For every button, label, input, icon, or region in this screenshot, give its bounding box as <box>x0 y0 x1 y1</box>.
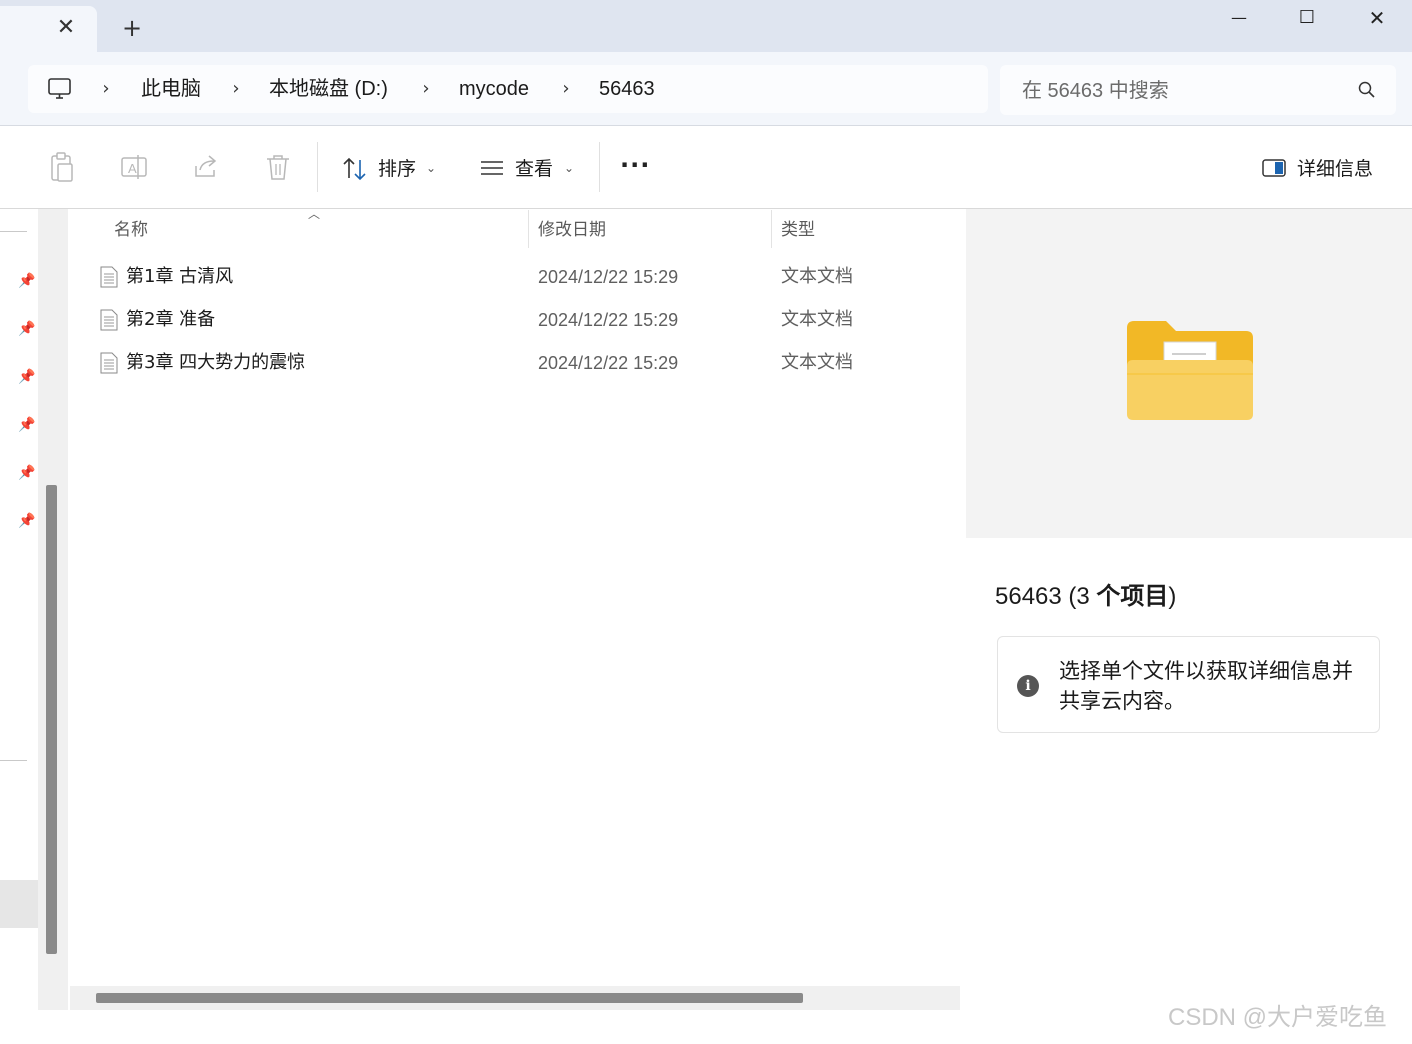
pin-icon[interactable]: 📌 <box>18 273 35 289</box>
close-tab-icon[interactable]: ✕ <box>52 14 80 42</box>
file-date: 2024/12/22 15:29 <box>538 353 679 373</box>
file-type: 文本文档 <box>781 352 853 373</box>
tab-bar <box>0 0 1412 52</box>
nav-divider <box>0 760 27 761</box>
sort-icon[interactable] <box>341 156 369 182</box>
close-window-button[interactable]: ✕ <box>1352 2 1402 34</box>
view-icon[interactable] <box>479 158 505 178</box>
computer-icon[interactable] <box>47 77 73 101</box>
nav-scrollbar-thumb[interactable] <box>46 485 57 954</box>
details-title: 56463 (3 个项目) <box>995 580 1176 614</box>
chevron-right-icon[interactable]: › <box>416 75 436 103</box>
details-title-count: 56463 (3 <box>995 583 1097 610</box>
nav-item-selected[interactable] <box>0 880 38 928</box>
folder-icon <box>1127 321 1253 420</box>
search-input[interactable]: 在 56463 中搜索 <box>1022 77 1169 105</box>
file-date: 2024/12/22 15:29 <box>538 267 679 287</box>
info-icon: i <box>1017 675 1039 697</box>
pin-icon[interactable]: 📌 <box>18 513 35 529</box>
share-icon[interactable] <box>191 150 221 184</box>
file-type: 文本文档 <box>781 309 853 330</box>
more-options-button[interactable]: ··· <box>620 150 650 180</box>
view-button-label[interactable]: 查看 <box>515 155 553 183</box>
toolbar-divider <box>599 142 600 192</box>
delete-icon[interactable] <box>263 150 293 184</box>
chevron-right-icon[interactable]: › <box>226 75 246 103</box>
pin-icon[interactable]: 📌 <box>18 465 35 481</box>
toolbar-divider <box>317 142 318 192</box>
text-file-icon <box>100 352 118 374</box>
column-divider[interactable] <box>528 210 529 248</box>
svg-text:A: A <box>128 161 137 176</box>
maximize-button[interactable]: ☐ <box>1282 2 1332 34</box>
text-file-icon <box>100 309 118 331</box>
nav-divider <box>0 231 27 232</box>
breadcrumb-mycode[interactable]: mycode <box>459 75 529 103</box>
pin-icon[interactable]: 📌 <box>18 417 35 433</box>
info-message: 选择单个文件以获取详细信息并共享云内容。 <box>1059 659 1353 713</box>
paste-icon[interactable] <box>47 150 77 184</box>
file-type: 文本文档 <box>781 266 853 287</box>
chevron-down-icon[interactable]: ⌄ <box>564 157 574 179</box>
details-button-label[interactable]: 详细信息 <box>1297 155 1373 183</box>
file-name[interactable]: 第2章 准备 <box>126 306 215 334</box>
file-name[interactable]: 第3章 四大势力的震惊 <box>126 349 305 377</box>
details-title-close-paren: ) <box>1168 583 1177 610</box>
pin-icon[interactable]: 📌 <box>18 321 35 337</box>
breadcrumb-current-folder[interactable]: 56463 <box>599 75 655 103</box>
chevron-right-icon[interactable]: › <box>96 75 116 103</box>
watermark: CSDN @大户爱吃鱼 <box>1168 1004 1388 1031</box>
file-name[interactable]: 第1章 古清风 <box>126 263 233 291</box>
rename-icon[interactable]: A <box>119 150 149 184</box>
new-tab-button[interactable]: + <box>118 14 146 42</box>
sort-button-label[interactable]: 排序 <box>378 155 416 183</box>
horizontal-scrollbar-thumb[interactable] <box>96 993 803 1003</box>
file-date: 2024/12/22 15:29 <box>538 310 679 330</box>
text-file-icon <box>100 266 118 288</box>
pin-icon[interactable]: 📌 <box>18 369 35 385</box>
active-tab[interactable] <box>0 6 97 54</box>
details-title-items: 个项目 <box>1096 583 1169 610</box>
chevron-right-icon[interactable]: › <box>556 75 576 103</box>
search-icon[interactable] <box>1356 79 1378 101</box>
column-header-name[interactable]: 名称 <box>114 217 148 243</box>
details-pane-icon[interactable] <box>1261 157 1287 179</box>
breadcrumb-this-pc[interactable]: 此电脑 <box>141 75 201 103</box>
sort-ascending-icon: ︿ <box>308 207 321 221</box>
minimize-button[interactable]: — <box>1214 2 1264 34</box>
column-divider[interactable] <box>771 210 772 248</box>
breadcrumb-local-disk[interactable]: 本地磁盘 (D:) <box>269 75 388 103</box>
chevron-down-icon[interactable]: ⌄ <box>426 157 436 179</box>
column-header-date[interactable]: 修改日期 <box>538 217 606 243</box>
column-header-type[interactable]: 类型 <box>781 217 815 243</box>
